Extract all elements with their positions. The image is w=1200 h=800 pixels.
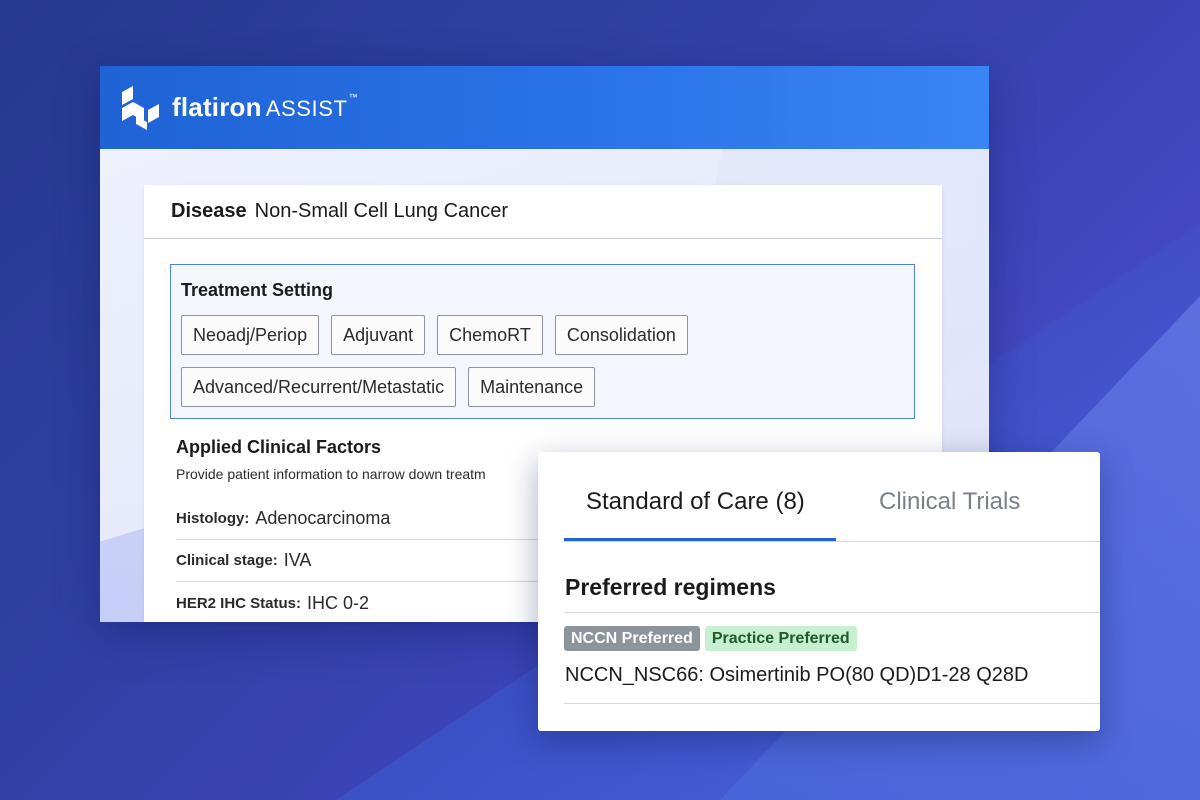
factor-label: Histology: [176,510,250,527]
option-chemort[interactable]: ChemoRT [437,315,543,355]
option-advanced-metastatic[interactable]: Advanced/Recurrent/Metastatic [181,367,457,407]
tab-standard-of-care[interactable]: Standard of Care (8) [586,488,805,516]
disease-label: Disease [171,200,247,222]
results-tabs: Standard of Care (8) Clinical Trials [564,452,1100,542]
app-header: flatiron ASSIST™ [100,66,989,149]
factor-label: HER2 IHC Status: [176,594,302,612]
treatment-setting-box: Treatment Setting Neoadj/Periop Adjuvant… [170,264,915,419]
treatment-setting-title: Treatment Setting [181,280,334,300]
product-name: ASSIST [265,96,348,121]
factor-label: Clinical stage: [176,552,278,569]
option-adjuvant[interactable]: Adjuvant [331,315,426,355]
trademark: ™ [348,92,358,102]
treatment-options-row-1: Neoadj/Periop Adjuvant ChemoRT Consolida… [181,315,904,355]
tab-clinical-trials[interactable]: Clinical Trials [879,488,1020,516]
results-card: Standard of Care (8) Clinical Trials Pre… [538,452,1100,731]
disease-header: Disease Non-Small Cell Lung Cancer [144,185,942,239]
regimen-item[interactable]: NCCN_NSC66: Osimertinib PO(80 QD)D1-28 Q… [565,664,1028,687]
divider [564,612,1100,613]
factor-value: IVA [283,550,312,570]
active-tab-indicator [564,538,836,541]
option-consolidation[interactable]: Consolidation [554,315,688,355]
app-logo-text: flatiron ASSIST™ [172,92,358,123]
factor-value: Adenocarcinoma [255,508,391,528]
nccn-preferred-badge: NCCN Preferred [564,626,700,651]
practice-preferred-badge: Practice Preferred [704,626,857,651]
regimen-badges: NCCN Preferred Practice Preferred [564,626,857,651]
disease-value[interactable]: Non-Small Cell Lung Cancer [255,200,508,223]
factor-value: IHC 0-2 [307,592,370,613]
preferred-regimens-title: Preferred regimens [565,574,776,600]
brand-name: flatiron [172,92,262,122]
option-maintenance[interactable]: Maintenance [468,367,596,407]
flatiron-logo-icon [122,85,159,130]
treatment-options-row-2: Advanced/Recurrent/Metastatic Maintenanc… [181,367,904,407]
divider [564,703,1100,704]
option-neoadj-periop[interactable]: Neoadj/Periop [181,315,320,355]
